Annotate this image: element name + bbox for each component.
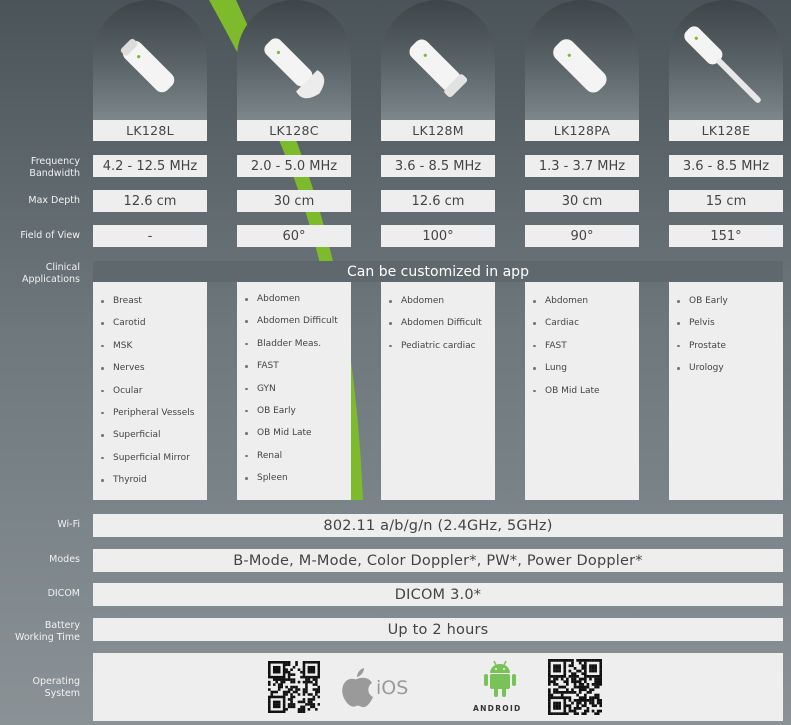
list-item: Spleen (237, 467, 351, 489)
list-item: OB Early (669, 290, 783, 312)
row-label-modes: Modes (49, 554, 80, 565)
applications-list-lk128c: Abdomen Abdomen Difficult Bladder Meas. … (237, 282, 351, 500)
probe-image-lk128c (237, 0, 351, 120)
list-item: Peripheral Vessels (93, 402, 207, 424)
model-name: LK128M (381, 120, 495, 141)
row-label-dicom: DICOM (47, 588, 80, 599)
android-label: ANDROID (473, 704, 522, 713)
row-label-field-of-view: Field of View (20, 229, 80, 241)
list-item: Bladder Meas. (237, 333, 351, 355)
field-of-view-value: 90° (525, 225, 639, 247)
battery-value: Up to 2 hours (93, 618, 783, 641)
list-item: OB Early (237, 400, 351, 422)
qr-code-icon (268, 661, 320, 713)
probe-image-lk128e (669, 0, 783, 120)
list-item: Nerves (93, 357, 207, 379)
row-label-operating-system: Operating System (32, 676, 81, 699)
max-depth-value: 12.6 cm (93, 190, 207, 212)
list-item: GYN (237, 378, 351, 400)
frequency-value: 4.2 - 12.5 MHz (93, 155, 207, 177)
field-of-view-value: 151° (669, 225, 783, 247)
field-of-view-value: - (93, 225, 207, 247)
probe-image-lk128pa (525, 0, 639, 120)
ios-label: iOS (376, 677, 409, 699)
field-of-view-value: 60° (237, 225, 351, 247)
list-item: Superficial (93, 424, 207, 446)
list-item: Urology (669, 357, 783, 379)
row-label-frequency: Frequency Bandwidth (29, 156, 80, 179)
list-item: Ocular (93, 380, 207, 402)
apple-logo-icon (342, 668, 373, 708)
frequency-value: 3.6 - 8.5 MHz (669, 155, 783, 177)
probe-image-lk128m (381, 0, 495, 120)
applications-list-lk128e: OB Early Pelvis Prostate Urology (669, 282, 783, 500)
row-label-max-depth: Max Depth (28, 194, 80, 206)
qr-code-icon (548, 659, 602, 715)
list-item: Pediatric cardiac (381, 335, 495, 357)
list-item: OB Mid Late (237, 422, 351, 444)
frequency-value: 3.6 - 8.5 MHz (381, 155, 495, 177)
clinical-applications-banner: Can be customized in app (93, 261, 783, 282)
list-item: Thyroid (93, 469, 207, 491)
model-name: LK128E (669, 120, 783, 141)
applications-list-lk128pa: Abdomen Cardiac FAST Lung OB Mid Late (525, 282, 639, 500)
list-item: Pelvis (669, 312, 783, 334)
list-item: Abdomen (381, 290, 495, 312)
frequency-value: 2.0 - 5.0 MHz (237, 155, 351, 177)
list-item: FAST (525, 335, 639, 357)
frequency-value: 1.3 - 3.7 MHz (525, 155, 639, 177)
field-of-view-value: 100° (381, 225, 495, 247)
max-depth-value: 30 cm (525, 190, 639, 212)
modes-value: B-Mode, M-Mode, Color Doppler*, PW*, Pow… (93, 549, 783, 572)
list-item: Superficial Mirror (93, 447, 207, 469)
list-item: FAST (237, 355, 351, 377)
applications-list-lk128m: Abdomen Abdomen Difficult Pediatric card… (381, 282, 495, 500)
operating-system-row: iOS ANDROID (93, 653, 783, 721)
list-item: Lung (525, 357, 639, 379)
model-name: LK128L (93, 120, 207, 141)
dicom-value: DICOM 3.0* (93, 583, 783, 606)
max-depth-value: 15 cm (669, 190, 783, 212)
probe-image-lk128l (93, 0, 207, 120)
list-item: Abdomen (237, 288, 351, 310)
list-item: Abdomen Difficult (381, 312, 495, 334)
row-label-wifi: Wi-Fi (57, 519, 80, 530)
row-label-battery: Battery Working Time (14, 620, 80, 643)
row-label-clinical-applications: Clinical Applications (21, 262, 80, 285)
list-item: Carotid (93, 312, 207, 334)
list-item: Breast (93, 290, 207, 312)
list-item: OB Mid Late (525, 380, 639, 402)
android-robot-icon (484, 660, 516, 697)
model-name: LK128PA (525, 120, 639, 141)
list-item: Abdomen (525, 290, 639, 312)
list-item: Cardiac (525, 312, 639, 334)
list-item: MSK (93, 335, 207, 357)
wifi-value: 802.11 a/b/g/n (2.4GHz, 5GHz) (93, 514, 783, 537)
max-depth-value: 12.6 cm (381, 190, 495, 212)
list-item: Renal (237, 445, 351, 467)
model-name: LK128C (237, 120, 351, 141)
max-depth-value: 30 cm (237, 190, 351, 212)
applications-list-lk128l: Breast Carotid MSK Nerves Ocular Periphe… (93, 282, 207, 500)
list-item: Abdomen Difficult (237, 310, 351, 332)
list-item: Prostate (669, 335, 783, 357)
